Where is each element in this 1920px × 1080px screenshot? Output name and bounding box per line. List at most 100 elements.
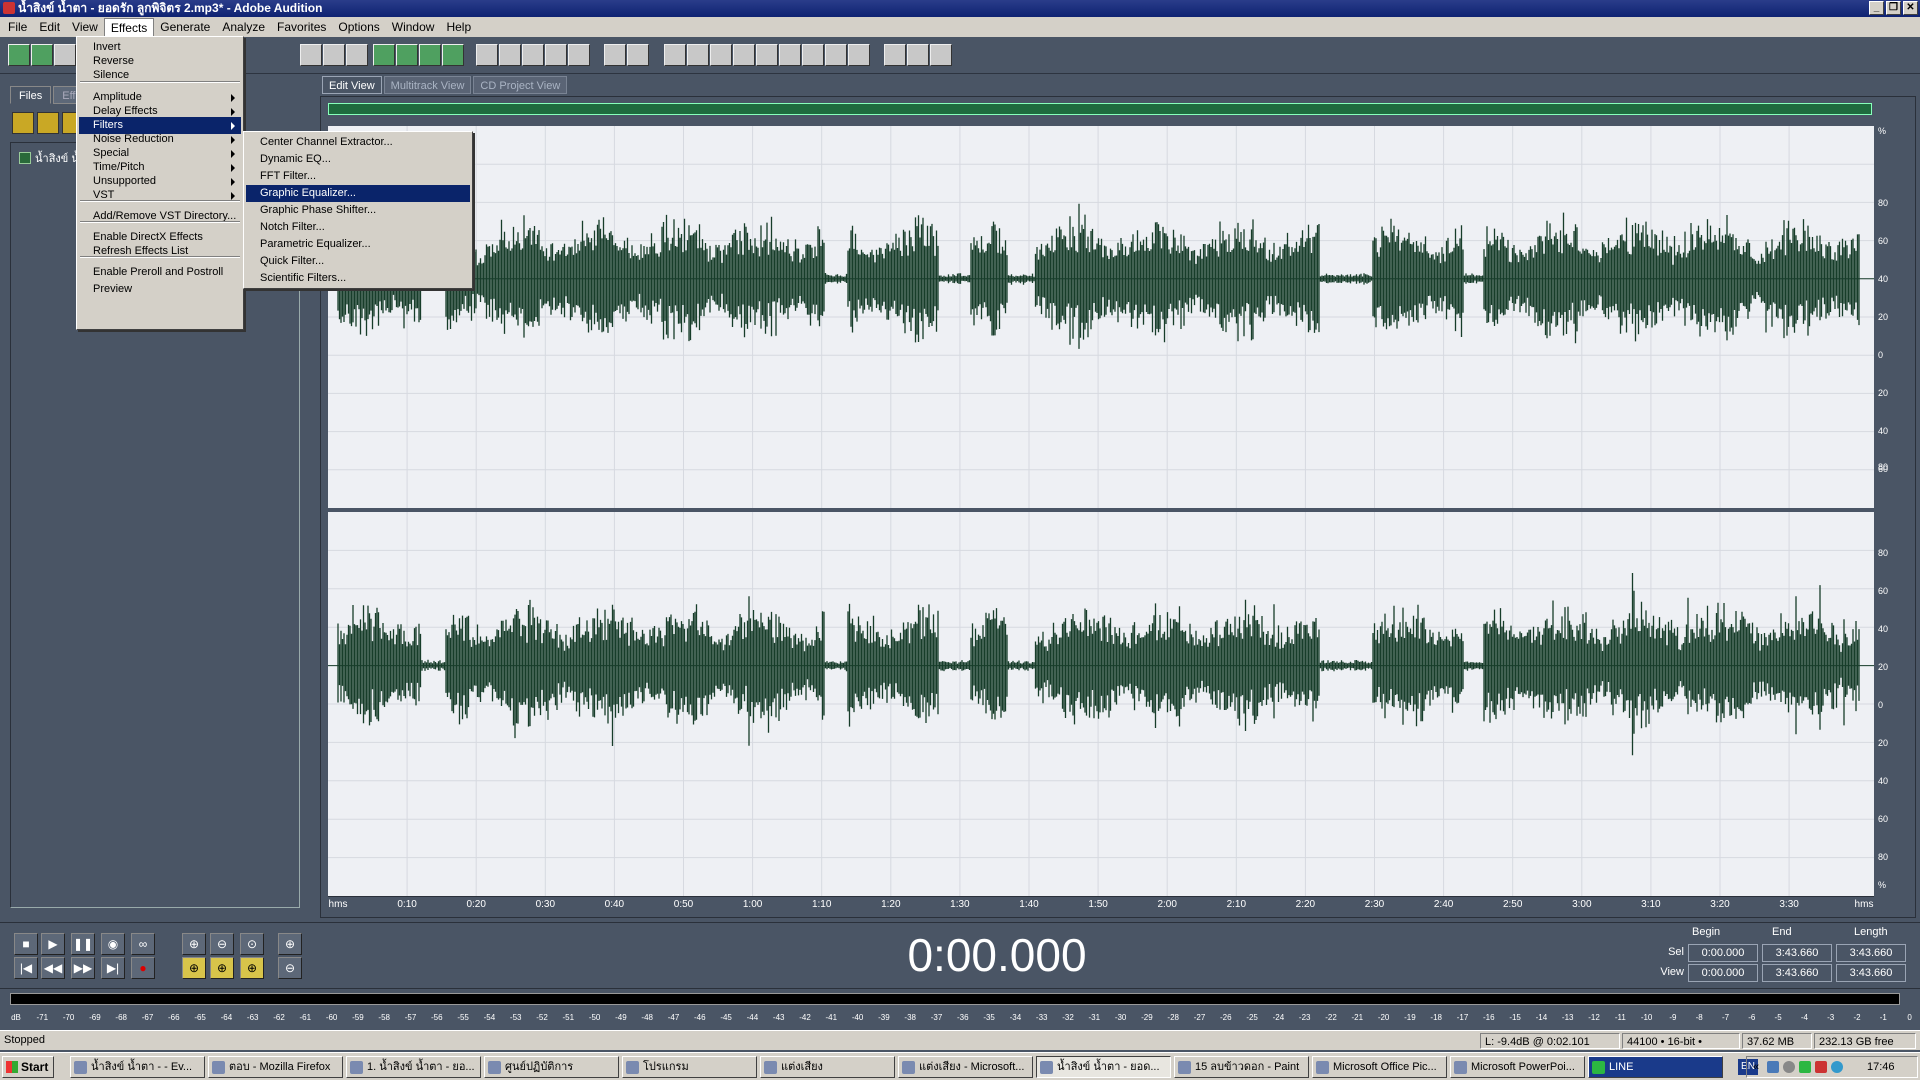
filters-menu-item[interactable]: Graphic Phase Shifter... <box>246 202 470 219</box>
time-ruler[interactable]: hms 0:10 0:20 0:30 0:40 0:50 1:00 1:10 1:20 1:30 1… <box>328 896 1874 912</box>
minimize-button[interactable]: _ <box>1869 1 1884 15</box>
zoom-in-vertical-icon[interactable]: ⊕ <box>278 933 302 955</box>
sel-length-field[interactable]: 3:43.660 <box>1836 944 1906 962</box>
help-icon[interactable] <box>930 44 952 66</box>
time-select-icon[interactable] <box>604 44 626 66</box>
tab-files[interactable]: Files <box>10 86 52 104</box>
maximize-button[interactable]: ❐ <box>1886 1 1901 15</box>
network-icon[interactable] <box>1767 1061 1779 1073</box>
mix-icon[interactable] <box>373 44 395 66</box>
cd-view-icon[interactable] <box>54 44 76 66</box>
taskbar-button[interactable]: ศูนย์ปฏิบัติการ <box>484 1056 619 1078</box>
window-layout2-icon[interactable] <box>687 44 709 66</box>
tray-expand-icon[interactable]: « <box>1753 1057 1759 1077</box>
marquee-icon[interactable] <box>627 44 649 66</box>
taskbar-button[interactable]: น้ำสิงข์ น้ำตา - - Ev... <box>70 1056 205 1078</box>
clock[interactable]: 17:46 <box>1867 1057 1895 1077</box>
paste-icon[interactable] <box>300 44 322 66</box>
go-to-beginning-button[interactable]: |◀ <box>14 957 38 979</box>
menu-file[interactable]: File <box>2 18 33 36</box>
taskbar-button[interactable]: 1. น้ำสิงข์ น้ำตา - ยอ... <box>346 1056 481 1078</box>
menu-analyze[interactable]: Analyze <box>216 18 271 36</box>
insert-icon[interactable] <box>419 44 441 66</box>
taskbar-button[interactable]: Microsoft PowerPoi... <box>1450 1056 1585 1078</box>
loop-button[interactable]: ∞ <box>131 933 155 955</box>
taskbar-button[interactable]: LINE <box>1588 1056 1723 1078</box>
view-end-field[interactable]: 3:43.660 <box>1762 964 1832 982</box>
zoom-selection-icon[interactable]: ⊕ <box>240 957 264 979</box>
tab-cd-project-view[interactable]: CD Project View <box>473 76 568 94</box>
browser-tray-icon[interactable] <box>1831 1061 1843 1073</box>
zoom-left-icon[interactable]: ⊕ <box>182 957 206 979</box>
taskbar-button[interactable]: แต่งเสียง - Microsoft... <box>898 1056 1033 1078</box>
taskbar-button[interactable]: ตอบ - Mozilla Firefox <box>208 1056 343 1078</box>
view-begin-field[interactable]: 0:00.000 <box>1688 964 1758 982</box>
transport-window-icon[interactable] <box>733 44 755 66</box>
volume-icon[interactable] <box>1783 1061 1795 1073</box>
menu-window[interactable]: Window <box>386 18 441 36</box>
waveform-overview[interactable] <box>328 103 1872 115</box>
filters-menu-item[interactable]: Dynamic EQ... <box>246 151 470 168</box>
open-file-icon[interactable] <box>12 112 34 134</box>
waveform-view-icon[interactable] <box>8 44 30 66</box>
filters-menu-item[interactable]: Notch Filter... <box>246 219 470 236</box>
zoom-out-vertical-icon[interactable]: ⊖ <box>278 957 302 979</box>
tab-multitrack-view[interactable]: Multitrack View <box>383 76 472 94</box>
status-bar-icon[interactable] <box>848 44 870 66</box>
waveform-display[interactable] <box>328 126 1874 896</box>
menu-options[interactable]: Options <box>332 18 385 36</box>
close-button[interactable]: ✕ <box>1903 1 1918 15</box>
taskbar-button[interactable]: 15 ลบข้าวดอก - Paint <box>1174 1056 1309 1078</box>
menu-edit[interactable]: Edit <box>33 18 66 36</box>
grid-icon[interactable] <box>522 44 544 66</box>
sel-end-field[interactable]: 3:43.660 <box>1762 944 1832 962</box>
left-channel[interactable] <box>328 126 1874 508</box>
grid3-icon[interactable] <box>568 44 590 66</box>
menu-view[interactable]: View <box>66 18 104 36</box>
notes-icon[interactable] <box>907 44 929 66</box>
taskbar-button[interactable]: น้ำสิงข์ น้ำตา - ยอด... <box>1036 1056 1171 1078</box>
zoom-in-horizontal-icon[interactable]: ⊕ <box>182 933 206 955</box>
line-tray-icon[interactable] <box>1799 1061 1811 1073</box>
play-button[interactable]: ▶ <box>41 933 65 955</box>
zoom-full-icon[interactable]: ⊙ <box>240 933 264 955</box>
view-length-field[interactable]: 3:43.660 <box>1836 964 1906 982</box>
cut-icon[interactable] <box>323 44 345 66</box>
taskbar-button[interactable]: โปรแกรม <box>622 1056 757 1078</box>
pause-button[interactable]: ❚❚ <box>71 933 95 955</box>
filters-menu-item[interactable]: Quick Filter... <box>246 253 470 270</box>
zoom-out-horizontal-icon[interactable]: ⊖ <box>210 933 234 955</box>
time-window-icon[interactable] <box>779 44 801 66</box>
antivirus-icon[interactable] <box>1815 1061 1827 1073</box>
convert-icon[interactable] <box>442 44 464 66</box>
loop-icon[interactable] <box>396 44 418 66</box>
rewind-button[interactable]: ◀◀ <box>41 957 65 979</box>
filters-menu-item[interactable]: Scientific Filters... <box>246 270 470 287</box>
selection-window-icon[interactable] <box>802 44 824 66</box>
menu-effects[interactable]: Effects <box>103 18 155 36</box>
menu-favorites[interactable]: Favorites <box>271 18 332 36</box>
filters-menu-item[interactable]: FFT Filter... <box>246 168 470 185</box>
window-layout3-icon[interactable] <box>710 44 732 66</box>
menu-help[interactable]: Help <box>440 18 477 36</box>
trim-icon[interactable] <box>346 44 368 66</box>
right-channel[interactable] <box>328 512 1874 896</box>
zoom-right-icon[interactable]: ⊕ <box>210 957 234 979</box>
play-to-end-button[interactable]: ◉ <box>101 933 125 955</box>
envelope-icon[interactable] <box>476 44 498 66</box>
level-meter-icon[interactable] <box>825 44 847 66</box>
effects-menu-item[interactable]: Enable Preroll and Postroll Preview <box>79 264 241 295</box>
window-layout-icon[interactable] <box>664 44 686 66</box>
zoom-window-icon[interactable] <box>756 44 778 66</box>
multitrack-view-icon[interactable] <box>31 44 53 66</box>
filters-menu-item[interactable]: Graphic Equalizer... <box>246 185 470 202</box>
grid2-icon[interactable] <box>545 44 567 66</box>
menu-generate[interactable]: Generate <box>154 18 216 36</box>
settings-icon[interactable] <box>884 44 906 66</box>
sel-begin-field[interactable]: 0:00.000 <box>1688 944 1758 962</box>
filters-menu-item[interactable]: Parametric Equalizer... <box>246 236 470 253</box>
fast-forward-button[interactable]: ▶▶ <box>71 957 95 979</box>
taskbar-button[interactable]: Microsoft Office Pic... <box>1312 1056 1447 1078</box>
taskbar-button[interactable]: แต่งเสียง <box>760 1056 895 1078</box>
import-icon[interactable] <box>37 112 59 134</box>
